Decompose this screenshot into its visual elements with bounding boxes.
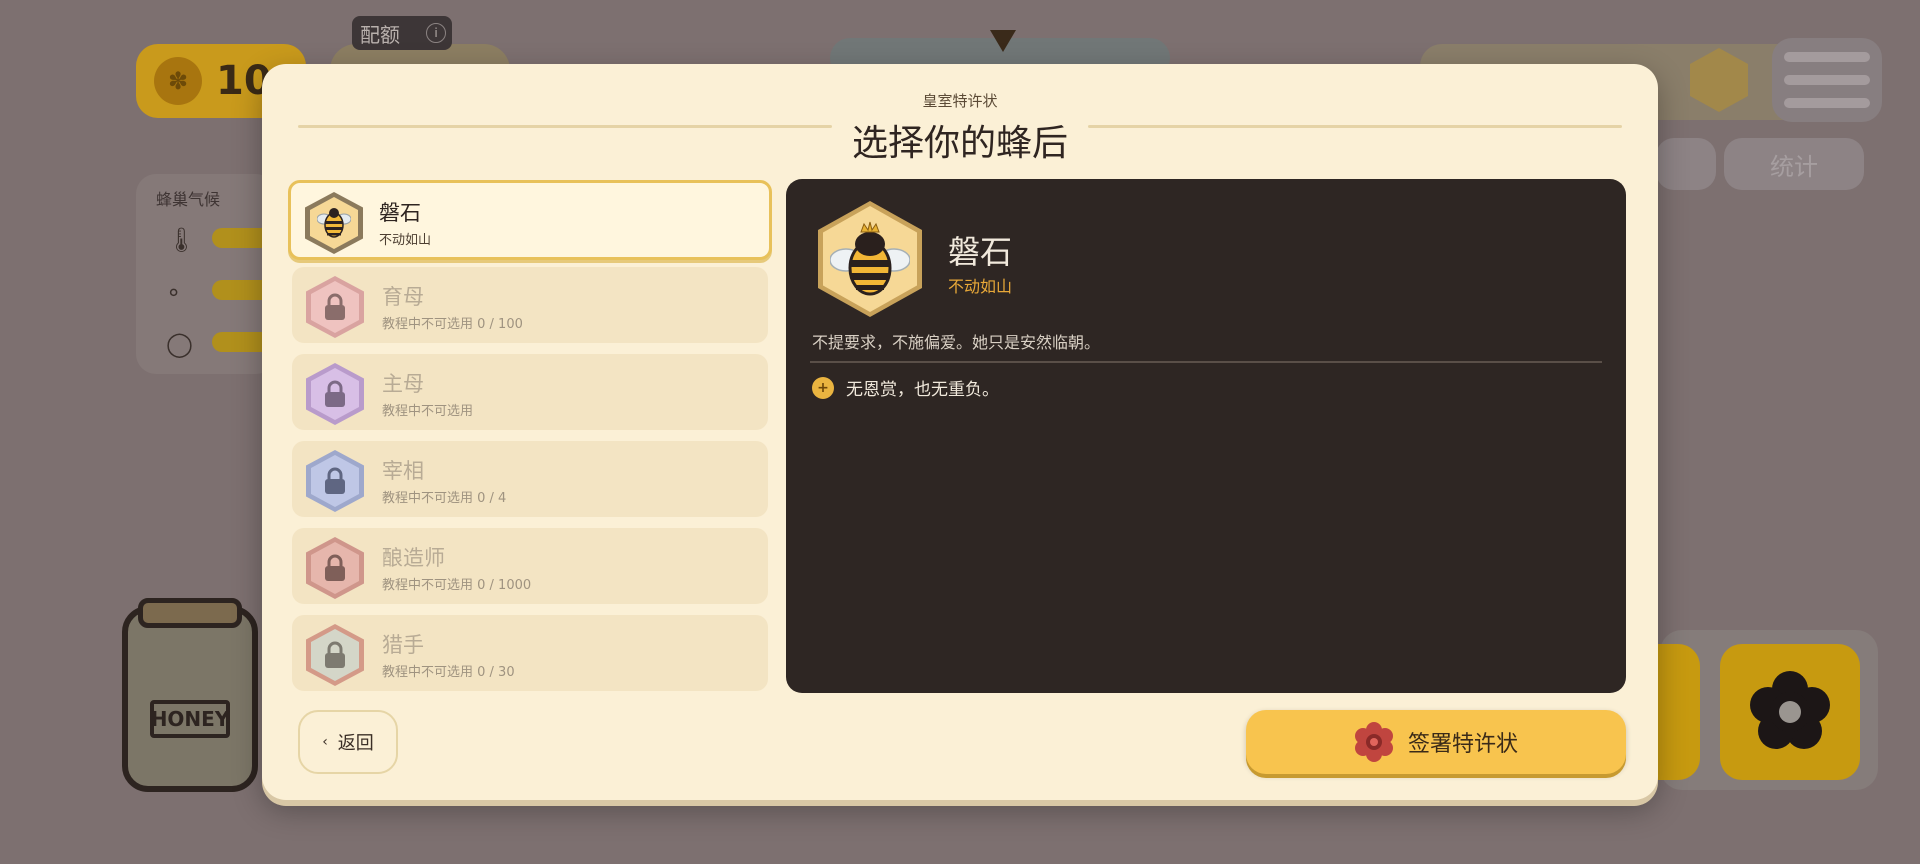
season-marker-icon — [990, 30, 1016, 52]
queen-name: 猎手 — [382, 633, 424, 657]
quota-label: 配额 — [360, 22, 400, 47]
queen-subtitle: 教程中不可选用 0 / 4 — [382, 491, 507, 506]
back-label: 返回 — [337, 733, 374, 754]
jar-lid — [138, 598, 242, 628]
honey-jar: HONEY — [122, 598, 258, 792]
detail-name: 磐石 — [948, 233, 1013, 271]
flower-action-button — [1720, 644, 1860, 780]
sign-charter-label: 签署特许状 — [1407, 732, 1518, 757]
queen-subtitle: 教程中不可选用 0 / 30 — [382, 665, 515, 680]
queen-item-matron[interactable]: 主母 教程中不可选用 — [292, 354, 768, 430]
queen-name: 育母 — [382, 285, 424, 309]
back-button[interactable]: ‹ 返回 — [298, 710, 398, 774]
pollen-icon: ∘ — [166, 278, 182, 306]
detail-divider — [810, 361, 1602, 363]
perk-row: + 无恩赏，也无重负。 — [812, 375, 999, 400]
queen-name: 主母 — [382, 372, 424, 396]
queen-badge — [305, 192, 363, 254]
detail-subtitle: 不动如山 — [948, 277, 1013, 296]
queen-badge — [306, 537, 364, 599]
queen-item-stone[interactable]: 磐石 不动如山 — [288, 180, 772, 260]
coin-icon: ✽ — [154, 57, 202, 105]
lock-icon — [325, 380, 345, 407]
queen-subtitle: 教程中不可选用 0 / 1000 — [382, 578, 532, 593]
queen-item-brewer[interactable]: 酿造师 教程中不可选用 0 / 1000 — [292, 528, 768, 604]
queen-name: 宰相 — [382, 459, 424, 483]
queen-subtitle: 教程中不可选用 — [382, 404, 474, 419]
queen-detail-panel: 磐石 不动如山 不提要求，不施偏爱。她只是安然临朝。 + 无恩赏，也无重负。 — [786, 179, 1626, 693]
bee-icon — [317, 208, 351, 238]
sign-charter-button[interactable]: 签署特许状 — [1246, 710, 1626, 774]
thermometer-icon: 🌡 — [166, 226, 197, 254]
climate-panel: 蜂巢气候 🌡 ∘ ◯ — [136, 174, 276, 374]
climate-label: 蜂巢气候 — [156, 190, 221, 209]
queen-item-hunter[interactable]: 猎手 教程中不可选用 0 / 30 — [292, 615, 768, 691]
queen-select-dialog: 皇室特许状 选择你的蜂后 磐石 不动如山 育母 教程中不可选用 0 / 100 … — [262, 64, 1658, 800]
queen-name: 磐石 — [379, 201, 421, 225]
chevron-left-icon: ‹ — [322, 734, 328, 750]
water-drop-icon: ◯ — [166, 330, 193, 358]
lock-icon — [325, 293, 345, 320]
flower-icon — [1750, 671, 1830, 749]
wrench-button — [1656, 138, 1716, 190]
perk-plus-icon: + — [812, 376, 834, 399]
queen-item-chancellor[interactable]: 宰相 教程中不可选用 0 / 4 — [292, 441, 768, 517]
stats-button: 统计 — [1724, 138, 1864, 190]
queen-subtitle: 不动如山 — [379, 233, 432, 248]
quota-tab: 配额 i — [352, 16, 452, 50]
dialog-title: 选择你的蜂后 — [851, 123, 1068, 164]
queen-portrait — [818, 201, 922, 317]
lock-icon — [325, 554, 345, 581]
queen-badge — [306, 624, 364, 686]
flower-seal-icon — [1354, 722, 1393, 762]
queen-bee-icon — [830, 221, 910, 296]
jar-label: HONEY — [150, 700, 230, 738]
info-icon: i — [426, 23, 446, 43]
queen-name: 酿造师 — [382, 546, 445, 570]
queen-item-nurse[interactable]: 育母 教程中不可选用 0 / 100 — [292, 267, 768, 343]
dialog-eyebrow: 皇室特许状 — [922, 92, 998, 110]
queen-badge — [306, 276, 364, 338]
detail-description: 不提要求，不施偏爱。她只是安然临朝。 — [812, 333, 1101, 352]
lock-icon — [325, 467, 345, 494]
perk-text: 无恩赏，也无重负。 — [846, 380, 999, 400]
menu-button — [1772, 38, 1882, 122]
lock-icon — [325, 641, 345, 668]
queen-badge — [306, 363, 364, 425]
queen-badge — [306, 450, 364, 512]
queen-subtitle: 教程中不可选用 0 / 100 — [382, 317, 523, 332]
